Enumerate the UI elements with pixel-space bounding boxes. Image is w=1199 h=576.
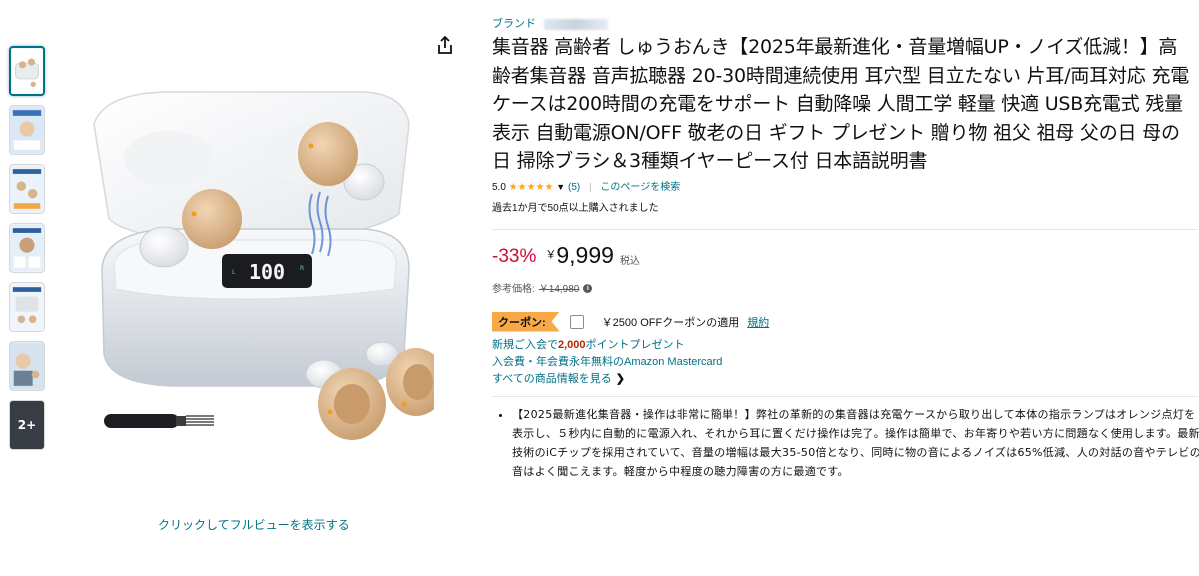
share-icon[interactable]: [434, 34, 456, 56]
promo-block: 新規ご入会で2,000ポイントプレゼント 入会費・年会費永年無料のAmazon …: [492, 337, 1192, 371]
promo-prefix: 新規ご入会で: [492, 338, 558, 351]
divider: [492, 395, 1198, 397]
price-value: 9,999: [556, 241, 614, 268]
thumbnail-5[interactable]: [9, 282, 45, 332]
price-currency: ￥: [545, 247, 557, 261]
card-fee-link[interactable]: 入会費・年会費永年無料のAmazon Mastercard: [492, 354, 1192, 371]
thumbnail-6[interactable]: [9, 341, 45, 391]
thumbnail-2[interactable]: [9, 105, 45, 155]
brand-name-blurred[interactable]: [544, 18, 608, 30]
main-product-image[interactable]: 100 L R: [64, 64, 446, 459]
card-promo-link[interactable]: 新規ご入会で2,000ポイントプレゼント: [492, 337, 1192, 354]
discount-percent: -33%: [492, 245, 537, 267]
see-all-label: すべての商品情報を見る: [492, 372, 612, 385]
price-row: -33% ￥ 9,999 税込: [492, 242, 1192, 272]
thumbnail-1[interactable]: [9, 46, 45, 96]
coupon-badge: クーポン:: [492, 311, 560, 332]
search-page-link[interactable]: このページを検索: [600, 182, 680, 193]
bought-count: 過去1か月で50点以上購入されました: [492, 202, 659, 214]
coupon-text: ￥2500 OFFクーポンの適用: [601, 316, 740, 329]
tax-label: 税込: [619, 255, 640, 267]
feature-bullets: 【2025最新進化集音器・操作は非常に簡単！】弊社の革新的の集音器は充電ケースか…: [492, 405, 1199, 481]
rating-value: 5.0: [492, 181, 506, 193]
star-rating-icon[interactable]: ★★★★★: [509, 182, 554, 193]
product-info: ブランド 集音器 高齢者 しゅうおんき【2025年最新進化・音量増幅UP・ノイズ…: [492, 16, 1199, 481]
list-price-row: 参考価格: ￥14,980 i: [492, 280, 1192, 295]
separator: |: [589, 181, 592, 193]
list-price-label: 参考価格:: [492, 283, 535, 295]
see-all-details-link[interactable]: すべての商品情報を見る ❯: [492, 371, 1192, 388]
chevron-down-icon[interactable]: ▼: [556, 182, 565, 192]
review-count-link[interactable]: (5): [568, 182, 580, 193]
thumbnail-3[interactable]: [9, 164, 45, 214]
product-title: 集音器 高齢者 しゅうおんき【2025年最新進化・音量増幅UP・ノイズ低減！】高…: [492, 36, 1190, 172]
fullview-link[interactable]: クリックしてフルビューを表示する: [158, 516, 350, 533]
thumbnail-more[interactable]: 2+: [9, 400, 45, 450]
divider: [492, 228, 1198, 230]
promo-suffix: ポイントプレゼント: [585, 338, 685, 351]
brand-link[interactable]: ブランド: [492, 17, 536, 30]
brand-row: ブランド: [492, 16, 1192, 32]
list-price-value: ￥14,980: [538, 283, 580, 295]
chevron-right-icon: ❯: [615, 372, 626, 385]
thumbnail-more-label: 2+: [17, 418, 37, 432]
display-digits: 100: [249, 260, 285, 284]
rating-row: 5.0 ★★★★★ ▼ (5) | このページを検索: [492, 179, 1192, 195]
promo-points: 2,000: [558, 338, 586, 351]
coupon-checkbox[interactable]: [569, 314, 584, 329]
feature-bullet: 【2025最新進化集音器・操作は非常に簡単！】弊社の革新的の集音器は充電ケースか…: [512, 405, 1199, 481]
coupon-row: クーポン: ￥2500 OFFクーポンの適用 規約: [492, 311, 1192, 332]
display-right-label: R: [300, 265, 304, 272]
info-icon[interactable]: i: [583, 284, 593, 294]
thumbnail-strip: 2+: [9, 46, 49, 459]
thumbnail-4[interactable]: [9, 223, 45, 273]
coupon-terms-link[interactable]: 規約: [747, 314, 769, 330]
